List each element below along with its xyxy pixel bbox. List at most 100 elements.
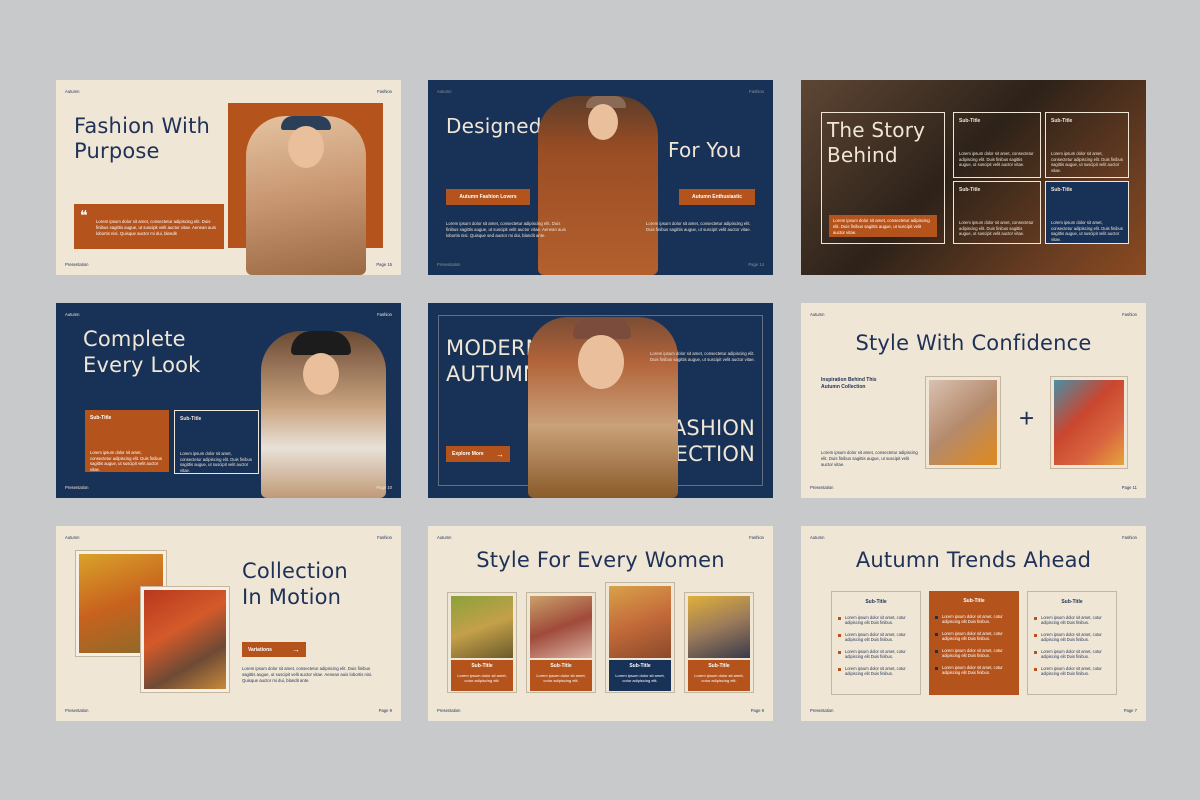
slide-title: The Story Behind <box>827 118 926 167</box>
intro-text: Lorem ipsum dolor sit amet, consectetur … <box>650 351 755 362</box>
bullet-icon <box>1034 667 1037 671</box>
slide-style-with-confidence[interactable]: Autumn Fashion Style With Confidence Ins… <box>801 303 1146 498</box>
model-photo <box>528 317 678 498</box>
trend-item: Lorem ipsum dolor sit amet, cotur adipisc… <box>929 611 1019 628</box>
tag-label: Fashion <box>1122 535 1137 540</box>
footer-page: Page 10 <box>376 485 392 490</box>
card-3-featured[interactable]: Sub-Title Lorem ipsum dolor sit amet, co… <box>605 582 675 693</box>
photo-frame-2 <box>140 586 230 693</box>
slide-title: Fashion With Purpose <box>74 114 211 163</box>
slide-complete-every-look[interactable]: Autumn Fashion Complete Every Look Sub-Ti… <box>56 303 401 498</box>
title-left: Designed <box>446 114 542 138</box>
footer-page: Page 14 <box>748 262 764 267</box>
trend-item: Lorem ipsum dolor sit amet, cotur adipisc… <box>832 612 920 629</box>
bullet-icon <box>838 650 841 654</box>
brand-label: Autumn <box>65 89 80 94</box>
subtitle: Inspiration Behind This Autumn Collection <box>821 377 877 390</box>
footer-left: Presentation <box>65 262 89 267</box>
quote-icon: ❝ <box>80 207 88 223</box>
trend-item: Lorem ipsum dolor sit amet, cotur adipisc… <box>929 628 1019 645</box>
slide-fashion-with-purpose[interactable]: Autumn Fashion Fashion With Purpose ❝ Lor… <box>56 80 401 275</box>
bullet-icon <box>838 667 841 671</box>
trend-item: Lorem ipsum dolor sit amet, cotur adipisc… <box>832 646 920 663</box>
card-photo <box>609 586 671 658</box>
photo-frame-2 <box>1050 376 1128 469</box>
footer-left: Presentation <box>65 485 89 490</box>
slide-title: Complete Every Look <box>83 327 201 377</box>
description-text: Lorem ipsum dolor sit amet, consectetur … <box>821 450 918 467</box>
subtitle-box-2: Sub-Title Lorem ipsum dolor sit amet, co… <box>174 410 259 474</box>
footer-left: Presentation <box>810 708 834 713</box>
trend-item: Lorem ipsum dolor sit amet, cotur adipisc… <box>1028 629 1116 646</box>
slide-modern-autumn[interactable]: MODERN AUTUMN FASHION COLLECTION Lorem ips… <box>428 303 773 498</box>
footer-left: Presentation <box>810 485 834 490</box>
card-photo <box>530 596 592 658</box>
slide-title: Style For Every Women <box>476 548 725 572</box>
plus-icon: + <box>1019 403 1035 433</box>
arrow-right-icon: → <box>292 645 300 654</box>
explore-more-button[interactable]: Explore More → <box>446 446 510 462</box>
slide-collection-in-motion[interactable]: Autumn Fashion Collection In Motion Varia… <box>56 526 401 721</box>
badge-autumn-fashion-lovers: Autumn Fashion Lovers <box>446 189 530 205</box>
card-photo <box>451 596 513 658</box>
subtitle-box-2: Sub-Title Lorem ipsum dolor sit amet, co… <box>1045 112 1129 178</box>
quote-box: ❝ Lorem ipsum dolor sit amet, consectetu… <box>74 204 224 249</box>
footer-page: Page 15 <box>376 262 392 267</box>
slide-title: Style With Confidence <box>855 331 1092 355</box>
badge-autumn-enthusiastic: Autumn Enthusiastic <box>679 189 755 205</box>
arrow-right-icon: → <box>496 449 504 459</box>
subtitle-box-1: Sub-Title Lorem ipsum dolor sit amet, co… <box>85 410 169 472</box>
slide-title: Collection In Motion <box>242 559 348 609</box>
trend-item: Lorem ipsum dolor sit amet, cotur adipisc… <box>832 663 920 680</box>
slide-style-for-every-women[interactable]: Autumn Fashion Style For Every Women Sub… <box>428 526 773 721</box>
trend-item: Lorem ipsum dolor sit amet, cotur adipisc… <box>1028 663 1116 680</box>
photo-frame-1 <box>925 376 1001 469</box>
model-photo <box>538 96 658 275</box>
bullet-icon <box>1034 650 1037 654</box>
card-4[interactable]: Sub-Title Lorem ipsum dolor sit amet, co… <box>684 592 754 693</box>
subtitle-box-4: Sub-Title Lorem ipsum dolor sit amet, co… <box>1045 181 1129 244</box>
subtitle-box-1: Sub-Title Lorem ipsum dolor sit amet, co… <box>953 112 1041 178</box>
leaves-model-photo <box>144 590 226 689</box>
bullet-icon <box>838 633 841 637</box>
footer-page: Page 11 <box>1121 485 1137 490</box>
trend-item: Lorem ipsum dolor sit amet, cotur adipisc… <box>1028 612 1116 629</box>
footer-left: Presentation <box>437 708 461 713</box>
trend-column-2-featured: Sub-Title Lorem ipsum dolor sit amet, co… <box>929 591 1019 695</box>
trend-column-1: Sub-Title Lorem ipsum dolor sit amet, co… <box>831 591 921 695</box>
brand-label: Autumn <box>65 535 80 540</box>
story-text: Lorem ipsum dolor sit amet, consectetur … <box>829 215 937 237</box>
tag-label: Fashion <box>377 89 392 94</box>
brand-label: Autumn <box>810 535 825 540</box>
bullet-icon <box>1034 616 1037 620</box>
tag-label: Fashion <box>377 535 392 540</box>
trend-item: Lorem ipsum dolor sit amet, cotur adipisc… <box>929 662 1019 679</box>
card-2[interactable]: Sub-Title Lorem ipsum dolor sit amet, co… <box>526 592 596 693</box>
variations-button[interactable]: Variations → <box>242 642 306 657</box>
title-right: For You <box>668 138 742 162</box>
footer-left: Presentation <box>65 708 89 713</box>
tag-label: Fashion <box>1122 312 1137 317</box>
slide-the-story-behind[interactable]: The Story Behind Lorem ipsum dolor sit am… <box>801 80 1146 275</box>
slide-autumn-trends-ahead[interactable]: Autumn Fashion Autumn Trends Ahead Sub-T… <box>801 526 1146 721</box>
bullet-icon <box>838 616 841 620</box>
bullet-icon <box>935 666 938 670</box>
brand-label: Autumn <box>437 89 452 94</box>
scarf-photo <box>1054 380 1124 465</box>
card-photo <box>688 596 750 658</box>
bullet-icon <box>935 615 938 619</box>
coat-leaf-photo <box>929 380 997 465</box>
brand-label: Autumn <box>810 312 825 317</box>
tag-label: Fashion <box>749 535 764 540</box>
trend-column-3: Sub-Title Lorem ipsum dolor sit amet, co… <box>1027 591 1117 695</box>
text-right: Lorem ipsum dolor sit amet, consectetur … <box>646 221 751 232</box>
brand-label: Autumn <box>437 535 452 540</box>
tag-label: Fashion <box>749 89 764 94</box>
slide-designed-for-you[interactable]: Autumn Fashion Designed For You Autumn F… <box>428 80 773 275</box>
bullet-icon <box>1034 633 1037 637</box>
footer-page: Page 7 <box>1123 708 1137 713</box>
footer-page: Page 8 <box>750 708 764 713</box>
bullet-icon <box>935 632 938 636</box>
card-1[interactable]: Sub-Title Lorem ipsum dolor sit amet, co… <box>447 592 517 693</box>
slide-title: Autumn Trends Ahead <box>855 548 1092 572</box>
